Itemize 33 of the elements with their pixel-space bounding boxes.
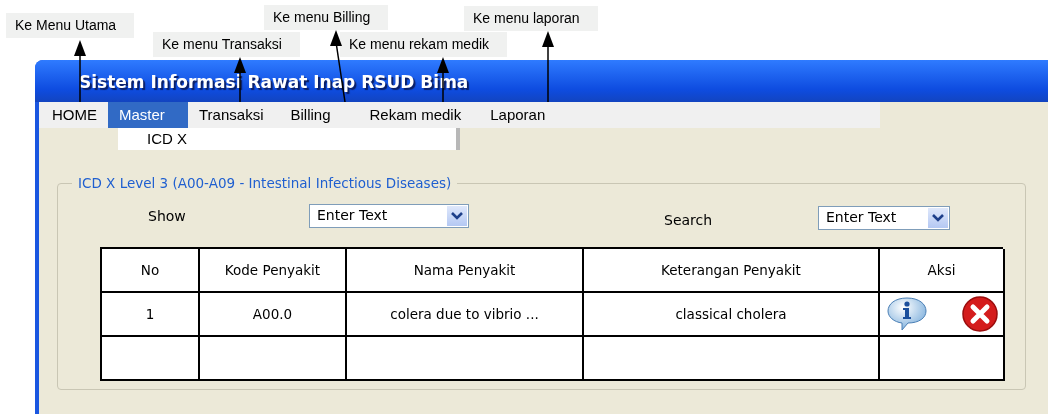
field-label: Search xyxy=(664,211,714,228)
column-header: Keterangan Penyakit xyxy=(584,249,880,293)
annotation-label: Ke menu rekam medik xyxy=(340,32,508,57)
table-cell: colera due to vibrio ... xyxy=(347,293,584,337)
dropdown-button[interactable] xyxy=(928,208,948,228)
column-header: Kode Penyakit xyxy=(200,249,347,293)
annotation-label: Ke Menu Utama xyxy=(6,13,135,38)
annotation-label: Ke menu Billing xyxy=(264,5,389,30)
column-header: Aksi xyxy=(880,249,1005,293)
column-header: No xyxy=(102,249,200,293)
combo-box[interactable]: Enter Text xyxy=(818,206,950,230)
table-cell: classical cholera xyxy=(584,293,880,337)
menu-item[interactable]: Master xyxy=(108,102,188,128)
annotation-arrow xyxy=(542,31,554,103)
dropdown-button[interactable] xyxy=(447,206,467,226)
caret-icon xyxy=(450,211,464,221)
dropdown-item[interactable]: ICD X xyxy=(118,128,456,147)
field-label: Show xyxy=(148,208,187,224)
table-cell: 1 xyxy=(102,293,200,337)
menu-item[interactable]: Transaksi xyxy=(188,102,275,128)
menu-item[interactable]: Laporan xyxy=(479,102,557,128)
menu-item[interactable]: Rekam medik xyxy=(358,102,480,128)
annotation-label: Ke menu laporan xyxy=(464,6,598,31)
table-cell: A00.0 xyxy=(200,293,347,337)
info-icon[interactable] xyxy=(886,296,928,332)
combo-box[interactable]: Enter Text xyxy=(309,204,469,228)
delete-icon[interactable] xyxy=(961,295,999,333)
annotation-label: Ke menu Transaksi xyxy=(153,32,300,57)
menu-item[interactable]: Billing xyxy=(274,102,359,128)
column-header: Nama Penyakit xyxy=(347,249,584,293)
menu-item[interactable]: HOME xyxy=(41,102,108,128)
group-title: ICD X Level 3 (A00-A09 - Intestinal Infectious Diseases) xyxy=(72,175,458,191)
caret-icon xyxy=(931,213,945,223)
